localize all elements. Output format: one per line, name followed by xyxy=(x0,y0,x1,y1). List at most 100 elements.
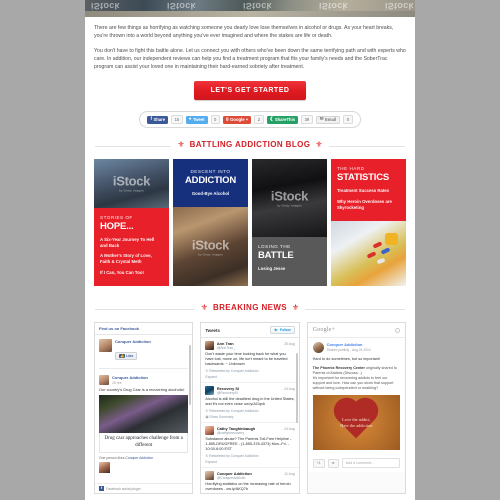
avatar xyxy=(205,386,215,396)
tweet-text: Don't waste your time looking back for w… xyxy=(205,351,288,366)
blog-card-image: iStock by Getty Images xyxy=(252,159,327,237)
facebook-plugin-label: Facebook social plugin xyxy=(106,486,141,491)
plus-one-button[interactable]: +1 xyxy=(312,458,325,468)
cta-container: LET'S GET STARTED xyxy=(85,78,415,109)
email-share-count: 0 xyxy=(343,115,353,124)
blog-card-subtitle[interactable]: Good-Bye Alcohol xyxy=(179,191,242,197)
facebook-plugin-footer: f Facebook social plugin xyxy=(95,483,193,493)
email-share-label: Email xyxy=(325,117,337,122)
blog-card-hard-statistics[interactable]: THE HARD STATISTICS Treatment Success Ra… xyxy=(331,159,406,286)
tweet-handle[interactable]: @ConquerAddictio xyxy=(217,476,295,480)
avatar xyxy=(205,426,215,436)
blog-card-losing-the-battle[interactable]: iStock by Getty Images LOSING THE BATTLE… xyxy=(252,159,327,286)
facebook-share-button[interactable]: f Share xyxy=(147,115,169,124)
twitter-widget[interactable]: Tweets 🐦 Follow Ann Tran 25 Aug @AnnTran… xyxy=(200,322,300,494)
google-share-action-button[interactable]: ➦ xyxy=(327,458,339,468)
blog-card-kicker: STORIES OF xyxy=(100,214,133,220)
share-nodes-icon: ❮ xyxy=(269,116,274,122)
blog-card-kicker: THE HARD xyxy=(337,166,365,171)
blog-card-link[interactable]: Why Heroin Overdoses are Skyrocketing xyxy=(337,199,400,211)
blog-card-title: BATTLE xyxy=(258,250,294,261)
facebook-link-title[interactable]: Drug czar approaches challenge from a di… xyxy=(99,433,189,454)
blog-card-link[interactable]: A Six-Year Journey To Hell and Back xyxy=(100,237,163,249)
google-plus-widget-header: Google+ xyxy=(307,323,405,338)
facebook-like-button[interactable]: 👍 Like xyxy=(115,352,138,360)
news-section-header: ⚜ BREAKING NEWS ⚜ xyxy=(85,298,415,322)
tweet-summary-action[interactable]: ▣ Show Summary xyxy=(205,415,294,419)
facebook-page-name[interactable]: Conquer Addiction xyxy=(115,339,151,344)
blog-card-stories-of-hope[interactable]: iStock by Getty Images STORIES OF HOPE..… xyxy=(94,159,169,286)
hero-watermark: iStock xyxy=(243,1,272,11)
options-icon[interactable] xyxy=(395,327,400,333)
tweet-expand-action[interactable]: Expand xyxy=(205,460,294,464)
avatar xyxy=(99,339,112,352)
tweet-item[interactable]: Recovery SI 24 Aug @RecoverySI Alcohol i… xyxy=(201,383,299,424)
tweet-handle[interactable]: @cathyinrecovery xyxy=(217,431,295,435)
facebook-post-author[interactable]: Conquer Addiction xyxy=(112,375,148,380)
bird-icon: ● xyxy=(188,116,192,122)
avatar xyxy=(99,462,110,474)
tweet-item[interactable]: Conquer Addiction 11 Aug @ConquerAddicti… xyxy=(201,468,298,493)
get-started-button[interactable]: LET'S GET STARTED xyxy=(193,81,307,100)
blog-card-descent-into-addiction[interactable]: DESCENT INTO ADDICTION Good-Bye Alcohol … xyxy=(173,159,248,286)
share-bar: f Share 15 ● Tweet 0 g Google + 2 ❮ Shar… xyxy=(139,111,361,128)
social-widgets-grid: Find us on Facebook Conquer Addiction 👍 … xyxy=(85,322,415,500)
avatar xyxy=(205,471,215,481)
facebook-post-header: Conquer Addiction 15 hrs xyxy=(95,371,192,385)
twitter-follow-label: Follow xyxy=(279,328,291,332)
tweet-date: 11 Aug xyxy=(284,472,295,477)
pills-graphic xyxy=(331,221,406,286)
scrollbar[interactable] xyxy=(295,353,298,423)
facebook-share-count: 15 xyxy=(171,115,183,124)
blog-card-panel: DESCENT INTO ADDICTION Good-Bye Alcohol xyxy=(173,159,248,207)
google-plus-post-image[interactable]: Love the addict, Hate the addiction xyxy=(312,395,400,450)
sharethis-label: ShareThis xyxy=(274,117,296,122)
facebook-post-photo[interactable] xyxy=(99,395,189,434)
envelope-icon: ✉ xyxy=(319,116,324,122)
tweet-retweet-note: ↻ Retweeted by Conquer Addiction xyxy=(205,454,259,459)
hero-watermark: iStock xyxy=(167,1,196,11)
twitter-share-label: Tweet xyxy=(192,117,205,122)
google-plus-widget[interactable]: Google+ Conquer Addiction Shared publicl… xyxy=(306,322,406,494)
avatar xyxy=(312,342,324,353)
facebook-page-row: Conquer Addiction 👍 Like xyxy=(95,335,192,366)
comment-input[interactable]: Add a comment... xyxy=(341,458,400,468)
intro-section: There are few things as horrifying as wa… xyxy=(85,17,415,71)
blog-card-subtitle[interactable]: Losing Jesse xyxy=(258,266,321,272)
blog-card-link[interactable]: Treatment Success Rates xyxy=(337,188,400,194)
google-plus-meta: Shared publicly - Aug 24 2014 xyxy=(326,347,371,352)
divider xyxy=(99,368,189,369)
facebook-likes-link[interactable]: Conquer Addiction xyxy=(125,456,153,460)
google-plus-lead-text: Hard to do sometimes, but so important! xyxy=(312,357,381,361)
tweet-handle[interactable]: @AnnTran_ xyxy=(217,346,295,350)
tweet-text: Alcohol is still the deadliest drug in t… xyxy=(205,396,295,406)
facebook-likes-prefix: One person likes xyxy=(99,456,126,461)
tweet-item[interactable]: Cathy Taughinbaugh 24 Aug @cathyinrecove… xyxy=(201,423,299,469)
tweet-handle[interactable]: @RecoverySI xyxy=(217,391,295,395)
blog-card-link[interactable]: A Mother's Story of Love, Faith & Crysta… xyxy=(100,253,163,265)
google-share-button[interactable]: g Google + xyxy=(222,115,252,124)
google-plus-share-source[interactable]: The Phoenix Recovery Center xyxy=(313,366,365,370)
facebook-icon: f xyxy=(150,116,152,122)
google-plus-quote: It's important for recovering addicts to… xyxy=(312,376,394,390)
blog-card-image: iStock by Getty Images xyxy=(173,207,248,286)
tweet-expand-action[interactable]: Expand xyxy=(205,375,294,379)
news-section-title: BREAKING NEWS xyxy=(212,303,288,312)
hero-image: iStock iStock iStock iStock iStock xyxy=(85,0,415,17)
istock-watermark: iStock by Getty Images xyxy=(112,173,151,193)
istock-watermark: iStock by Getty Images xyxy=(191,237,230,256)
twitter-share-button[interactable]: ● Tweet xyxy=(185,115,208,124)
sharethis-button[interactable]: ❮ ShareThis xyxy=(266,115,299,124)
email-share-button[interactable]: ✉ Email xyxy=(315,115,341,124)
tweet-text: Horrifying statistics on the increasing … xyxy=(205,481,291,491)
blog-card-link[interactable]: If I Can, You Can Too! xyxy=(100,270,163,276)
google-plus-author[interactable]: Conquer Addiction xyxy=(327,342,371,347)
tweet-retweet-note: ↻ Retweeted by Conquer Addiction xyxy=(205,409,259,414)
facebook-post-time: 15 hrs xyxy=(112,381,122,385)
google-plus-author-row: Conquer Addiction Shared publicly - Aug … xyxy=(312,342,400,353)
blog-card-panel: THE HARD STATISTICS Treatment Success Ra… xyxy=(331,159,406,221)
twitter-follow-button[interactable]: 🐦 Follow xyxy=(270,326,295,334)
tweet-item[interactable]: Ann Tran 25 Aug @AnnTran_ Don't waste yo… xyxy=(201,338,299,384)
blog-card-link-list: A Six-Year Journey To Hell and Back A Mo… xyxy=(100,237,163,276)
facebook-widget[interactable]: Find us on Facebook Conquer Addiction 👍 … xyxy=(94,322,194,494)
